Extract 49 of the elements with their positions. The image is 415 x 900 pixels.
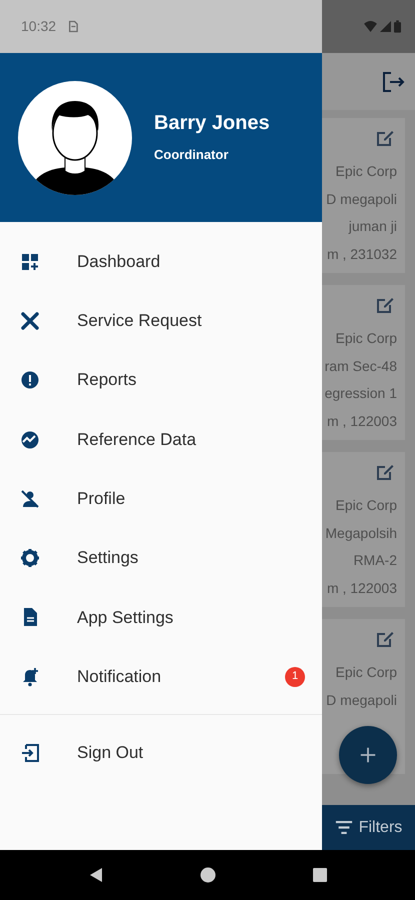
user-name: Barry Jones (154, 110, 270, 135)
menu-item[interactable]: Reference Data (0, 410, 322, 470)
menu-item[interactable]: Settings (0, 528, 322, 588)
person-off-icon (20, 488, 40, 509)
menu-item[interactable]: Sign Out (0, 723, 322, 783)
menu-item[interactable]: Notification 1 (0, 647, 322, 706)
alert-icon (20, 370, 40, 390)
filter-icon (334, 820, 353, 835)
card-text: m , 122003 (326, 412, 398, 430)
menu-item[interactable]: App Settings (0, 588, 322, 648)
card-text: D megapoli (325, 690, 398, 710)
avatar-icon (18, 80, 132, 194)
battery-icon (394, 20, 401, 33)
home-icon (200, 867, 216, 883)
recents-icon (312, 867, 328, 883)
card-text: ram Sec-48 (324, 356, 398, 376)
plus-icon (359, 746, 377, 764)
sign-in-icon (20, 743, 40, 764)
chart-icon (20, 430, 40, 450)
wifi-icon (364, 21, 377, 32)
card-text: m , 122003 (326, 578, 398, 598)
logout-icon[interactable] (381, 70, 405, 94)
card-text: Epic Corp (334, 496, 398, 515)
status-time: 10:32 (21, 17, 56, 36)
card-text: Epic Corp (334, 162, 398, 181)
card-text: egression 1 (324, 384, 398, 403)
notification-badge: 1 (285, 666, 305, 687)
card-text: juman ji (347, 217, 398, 236)
sim-icon (68, 20, 78, 33)
card-text: m , 231032 (326, 244, 398, 264)
card-text: Epic Corp (334, 329, 398, 348)
filters-button[interactable]: Filters (322, 805, 415, 850)
menu-item[interactable]: Dashboard (0, 232, 322, 292)
edit-icon[interactable] (375, 462, 395, 482)
grid-icon (20, 252, 40, 272)
back-icon (88, 867, 104, 883)
settings-icon (20, 548, 40, 568)
menu-item[interactable]: Profile (0, 469, 322, 528)
menu-item[interactable]: Reports (0, 350, 322, 410)
edit-icon[interactable] (375, 128, 395, 148)
edit-icon[interactable] (375, 295, 395, 315)
menu-item[interactable]: Service Request (0, 291, 322, 351)
edit-icon[interactable] (375, 629, 395, 649)
user-role: Coordinator (154, 146, 230, 164)
card-text: D megapoli (325, 190, 398, 209)
card-text: Epic Corp (334, 663, 398, 682)
card-text: RMA-2 (352, 551, 398, 570)
signal-icon (380, 21, 391, 32)
card-text: Megapolsih (324, 524, 398, 543)
